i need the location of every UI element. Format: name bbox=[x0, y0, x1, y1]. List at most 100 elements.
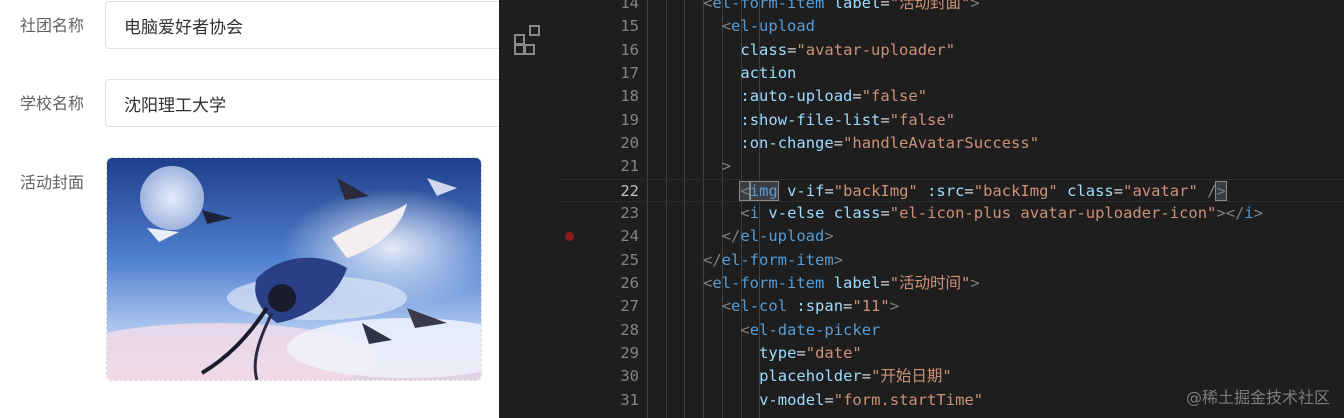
code-token: v-else bbox=[768, 203, 825, 222]
line-number: 26 bbox=[620, 273, 639, 292]
school-name-label: 学校名称 bbox=[20, 94, 85, 113]
code-token: > bbox=[970, 0, 980, 12]
line-number: 28 bbox=[620, 320, 639, 339]
code-token: el-date-picker bbox=[749, 320, 881, 339]
line-number: 21 bbox=[620, 157, 639, 176]
line-number: 31 bbox=[620, 390, 639, 409]
school-name-input[interactable] bbox=[105, 79, 525, 127]
code-text: class="avatar-uploader" bbox=[740, 39, 955, 62]
line-number: 20 bbox=[620, 133, 639, 152]
code-token: class bbox=[833, 203, 881, 222]
code-line[interactable]: 18 :auto-upload="false" bbox=[559, 85, 1344, 108]
code-line[interactable]: 16 class="avatar-uploader" bbox=[559, 39, 1344, 62]
code-text: </el-upload> bbox=[722, 225, 834, 248]
code-token: "活动封面" bbox=[889, 0, 971, 12]
code-line[interactable]: 29 type="date" bbox=[559, 342, 1344, 365]
code-token: :src bbox=[927, 181, 965, 200]
code-token: = bbox=[852, 87, 862, 106]
line-number: 18 bbox=[620, 87, 639, 106]
code-token: "false" bbox=[889, 110, 956, 129]
code-line[interactable]: 17 action bbox=[559, 62, 1344, 85]
line-number: 25 bbox=[620, 250, 639, 269]
code-line[interactable]: 28 <el-date-picker bbox=[559, 319, 1344, 342]
code-token: > bbox=[824, 227, 834, 246]
code-line[interactable]: 25 </el-form-item> bbox=[559, 249, 1344, 272]
code-line[interactable]: 24 </el-upload> bbox=[559, 225, 1344, 248]
code-token: i bbox=[1244, 203, 1254, 222]
code-text: <i v-else class="el-icon-plus avatar-upl… bbox=[740, 202, 1263, 225]
code-token: = bbox=[843, 297, 853, 316]
code-token: < bbox=[721, 17, 732, 36]
line-number: 22 bbox=[620, 181, 639, 200]
code-token: "avatar" bbox=[1123, 181, 1198, 200]
code-token: "11" bbox=[852, 297, 890, 316]
code-token: v-if bbox=[787, 181, 825, 200]
code-token: = bbox=[861, 367, 872, 386]
code-token: = bbox=[1113, 181, 1124, 200]
code-token: :show-file-list bbox=[740, 110, 881, 129]
code-line[interactable]: 26 <el-form-item label="活动时间"> bbox=[559, 272, 1344, 295]
activity-bar bbox=[499, 0, 559, 418]
code-token: :span bbox=[796, 297, 844, 316]
activity-cover-image bbox=[107, 158, 481, 380]
extensions-icon[interactable] bbox=[513, 24, 545, 56]
code-text: <el-form-item label="活动时间"> bbox=[703, 272, 980, 295]
code-token: < bbox=[703, 273, 713, 292]
line-number: 16 bbox=[620, 40, 639, 59]
line-number: 19 bbox=[620, 110, 639, 129]
code-text: action bbox=[740, 62, 796, 85]
code-token: ></ bbox=[1216, 203, 1245, 222]
code-text: <img v-if="backImg" :src="backImg" class… bbox=[739, 180, 1227, 203]
code-token: = bbox=[880, 203, 890, 222]
code-token: :on-change bbox=[740, 133, 834, 152]
line-number: 24 bbox=[620, 227, 639, 246]
code-token: < bbox=[740, 203, 750, 222]
code-token: > bbox=[889, 297, 900, 316]
code-token: :auto-upload bbox=[740, 87, 853, 106]
code-text: <el-date-picker bbox=[740, 319, 880, 342]
code-token: placeholder bbox=[759, 367, 862, 386]
code-token: < bbox=[739, 180, 751, 201]
code-token: label bbox=[833, 0, 881, 12]
code-line[interactable]: 23 <i v-else class="el-icon-plus avatar-u… bbox=[559, 202, 1344, 225]
code-line[interactable]: 21 > bbox=[559, 155, 1344, 178]
code-token: v-model bbox=[759, 390, 825, 409]
activity-cover-uploader[interactable] bbox=[106, 157, 482, 381]
code-line[interactable]: 20 :on-change="handleAvatarSuccess" bbox=[559, 132, 1344, 155]
code-text: :auto-upload="false" bbox=[740, 85, 927, 108]
line-number: 14 bbox=[620, 0, 639, 12]
code-editor: 14 <el-form-item label="活动封面"> 15 <el-uploa… bbox=[499, 0, 1344, 418]
code-token: "form.startTime" bbox=[833, 390, 984, 409]
form-panel: 社团名称 学校名称 活动封面 bbox=[0, 0, 525, 418]
code-line[interactable]: 22 <img v-if="backImg" :src="backImg" cla… bbox=[559, 178, 1344, 203]
code-line[interactable]: 15 <el-upload bbox=[559, 15, 1344, 38]
code-token: label bbox=[833, 273, 881, 292]
code-token: = bbox=[880, 110, 890, 129]
code-line[interactable]: 14 <el-form-item label="活动封面"> bbox=[559, 0, 1344, 15]
code-token: "活动时间" bbox=[889, 273, 971, 292]
line-number: 27 bbox=[620, 297, 639, 316]
code-token: = bbox=[824, 181, 834, 200]
code-text: placeholder="开始日期" bbox=[759, 365, 952, 388]
code-token: el-upload bbox=[740, 227, 825, 246]
code-token: type bbox=[759, 343, 797, 362]
line-number: 29 bbox=[620, 343, 639, 362]
code-line[interactable]: 27 <el-col :span="11"> bbox=[559, 295, 1344, 318]
code-token: "avatar-uploader" bbox=[796, 40, 956, 59]
code-text: v-model="form.startTime" bbox=[759, 389, 983, 412]
code-text: <el-upload bbox=[722, 15, 815, 38]
code-token: = bbox=[796, 343, 806, 362]
code-area[interactable]: 14 <el-form-item label="活动封面"> 15 <el-uploa… bbox=[559, 0, 1344, 418]
club-name-input[interactable] bbox=[105, 1, 525, 49]
code-text: :on-change="handleAvatarSuccess" bbox=[740, 132, 1039, 155]
code-token: el-upload bbox=[731, 17, 816, 36]
code-token: > bbox=[970, 273, 980, 292]
code-token: < bbox=[721, 297, 732, 316]
code-line[interactable]: 19 :show-file-list="false" bbox=[559, 109, 1344, 132]
code-token: el-col bbox=[731, 297, 788, 316]
code-token: < bbox=[703, 0, 713, 12]
